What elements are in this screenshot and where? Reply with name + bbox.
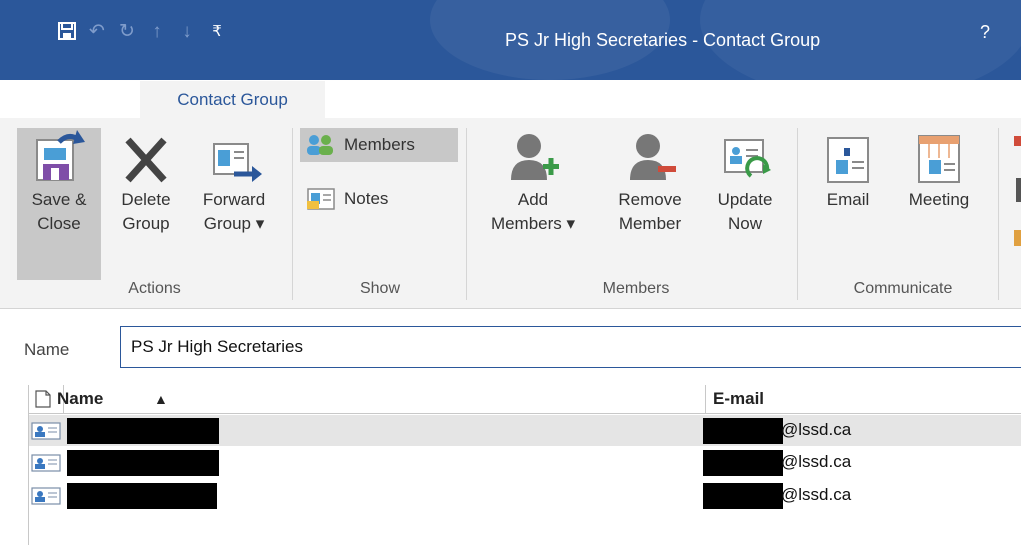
window-title: PS Jr High Secretaries - Contact Group — [505, 30, 821, 50]
add-members-label-1: Add — [517, 190, 549, 209]
remove-member-label-1: Remove — [618, 190, 682, 209]
table-row[interactable]: @lssd.ca — [29, 447, 1021, 478]
ribbon-separator — [797, 128, 798, 300]
group-label-members: Members — [602, 280, 670, 297]
delete-group-label-1: Delete — [121, 190, 171, 209]
ribbon-separator — [998, 128, 999, 300]
add-members-button[interactable]: Add Members ▾ — [476, 128, 590, 280]
contact-card-icon — [31, 454, 61, 472]
members-icon — [307, 135, 333, 155]
table-row[interactable]: @lssd.ca — [29, 415, 1021, 446]
clipped-ribbon-icon[interactable] — [1014, 136, 1021, 146]
column-header-name[interactable]: Name ▲ — [57, 389, 168, 409]
redacted-email — [703, 418, 783, 444]
remove-member-button[interactable]: Remove Member — [602, 128, 698, 280]
title-bar: ↶ ↻ ↑ ↓ ₹ PS Jr High Secretaries - Conta… — [0, 0, 1021, 80]
redacted-name — [67, 450, 219, 476]
meeting-button[interactable]: Meeting — [890, 128, 988, 280]
tab-contact-group[interactable]: Contact Group — [140, 81, 325, 118]
email-icon — [827, 137, 869, 183]
members-table: Name ▲ E-mail @lssd.ca @lssd.ca @lssd.ca — [28, 385, 1021, 545]
group-label-communicate: Communicate — [853, 280, 953, 297]
help-button[interactable]: ? — [980, 22, 990, 43]
clipped-ribbon-icon[interactable] — [1016, 178, 1021, 202]
remove-member-label-2: Member — [618, 214, 682, 233]
members-view-button[interactable]: Members — [300, 128, 458, 162]
redacted-name — [67, 483, 217, 509]
clipped-ribbon-icon[interactable] — [1014, 230, 1021, 246]
forward-group-icon — [213, 143, 262, 182]
up-arrow-icon[interactable]: ↑ — [142, 18, 172, 44]
table-header: Name ▲ E-mail — [29, 385, 1021, 414]
ribbon-tabs: File Contact Group Insert Format Text Re… — [0, 78, 1021, 118]
column-header-email[interactable]: E-mail — [713, 389, 764, 409]
tab-insert[interactable]: Insert — [368, 84, 442, 118]
group-name-input[interactable] — [120, 326, 1021, 368]
meeting-icon — [918, 135, 960, 183]
tab-review[interactable]: Review — [668, 84, 760, 118]
redacted-email — [703, 483, 783, 509]
tab-format-text[interactable]: Format Text — [488, 84, 616, 118]
update-now-label-2: Now — [727, 214, 762, 233]
delete-icon — [125, 137, 167, 183]
save-close-button[interactable]: Save & Close — [17, 128, 101, 280]
member-email: @lssd.ca — [781, 420, 852, 439]
save-close-label-2: Close — [37, 214, 81, 233]
forward-group-label-2: Group ▾ — [203, 214, 265, 233]
sort-ascending-icon: ▲ — [154, 391, 168, 407]
undo-icon[interactable]: ↶ — [82, 18, 112, 44]
add-members-label-2: Members ▾ — [490, 214, 576, 233]
member-email: @lssd.ca — [781, 485, 852, 504]
ribbon: Save & Close Delete Group Forward Group … — [0, 118, 1021, 309]
remove-member-icon — [630, 134, 676, 180]
member-email: @lssd.ca — [781, 452, 852, 471]
redo-icon[interactable]: ↻ — [112, 18, 142, 44]
column-name-label: Name — [57, 389, 104, 408]
notes-view-button[interactable]: Notes — [300, 182, 394, 216]
notes-view-label: Notes — [344, 189, 389, 208]
forward-group-label-1: Forward — [202, 190, 266, 209]
contact-card-icon — [31, 422, 61, 440]
redacted-email — [703, 450, 783, 476]
ribbon-separator — [292, 128, 293, 300]
ribbon-separator — [466, 128, 467, 300]
customize-qat-icon[interactable]: ₹ — [202, 18, 232, 44]
delete-group-button[interactable]: Delete Group — [108, 128, 184, 280]
tab-file[interactable]: File — [62, 84, 112, 118]
delete-group-label-2: Group — [122, 214, 170, 233]
email-label: Email — [826, 190, 870, 209]
tab-developer[interactable]: Developer — [800, 84, 928, 118]
update-now-icon — [724, 139, 771, 178]
update-now-label-1: Update — [717, 190, 773, 209]
group-label-show: Show — [359, 280, 401, 297]
contact-card-icon — [31, 487, 61, 505]
table-row[interactable]: @lssd.ca — [29, 480, 1021, 511]
group-label-actions: Actions — [128, 280, 181, 297]
members-view-label: Members — [344, 135, 415, 154]
document-icon[interactable] — [35, 390, 51, 408]
save-close-icon — [36, 130, 85, 181]
notes-icon — [307, 188, 335, 210]
column-divider[interactable] — [705, 385, 706, 413]
quick-access-toolbar: ↶ ↻ ↑ ↓ ₹ — [52, 18, 232, 44]
save-close-label-1: Save & — [31, 190, 87, 209]
add-member-icon — [511, 134, 559, 180]
save-icon[interactable] — [52, 18, 82, 44]
name-field-label: Name — [24, 340, 70, 359]
forward-group-button[interactable]: Forward Group ▾ — [188, 128, 280, 280]
email-button[interactable]: Email — [812, 128, 884, 280]
down-arrow-icon[interactable]: ↓ — [172, 18, 202, 44]
redacted-name — [67, 418, 219, 444]
update-now-button[interactable]: Update Now — [702, 128, 788, 280]
meeting-label: Meeting — [908, 190, 970, 209]
